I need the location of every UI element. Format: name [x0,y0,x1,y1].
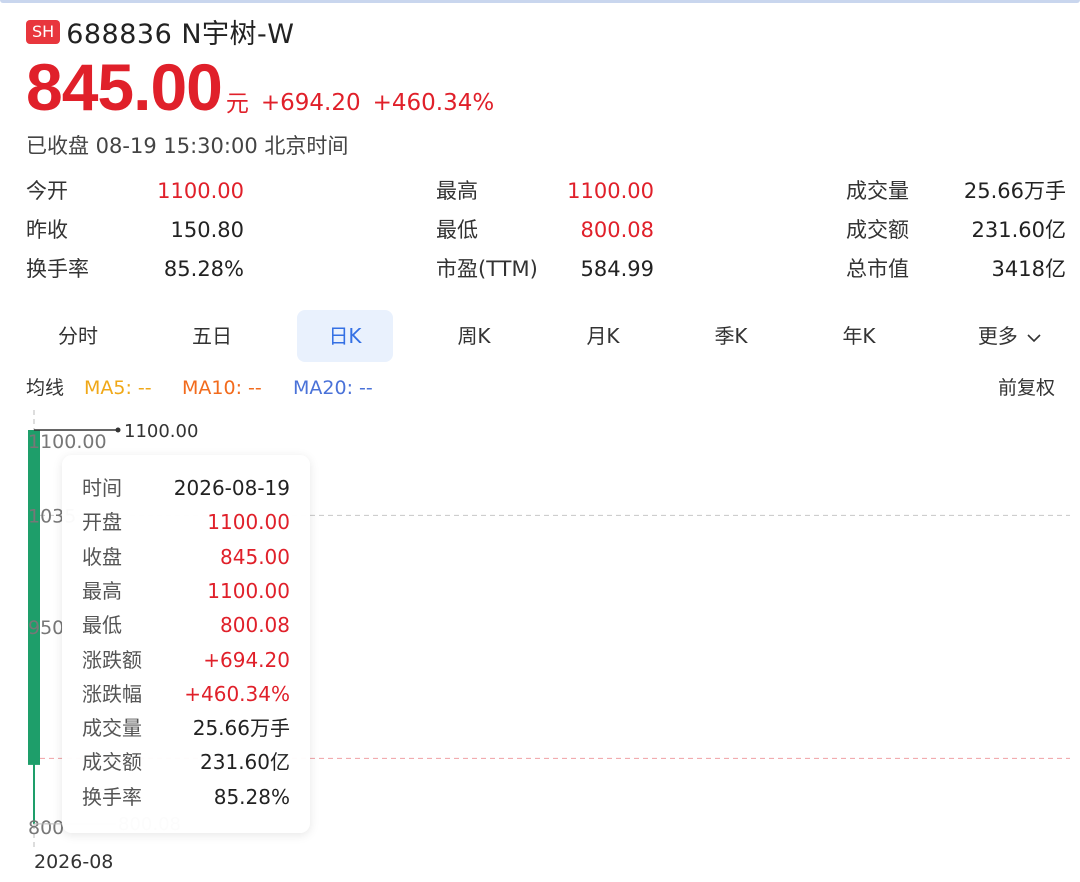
tab-five-day[interactable]: 五日 [172,310,252,362]
candle-body [28,430,40,765]
tab-intraday[interactable]: 分时 [38,310,118,362]
ma10-legend: MA10: -- [182,377,262,399]
tab-more[interactable]: 更多 [960,310,1060,362]
ma20-legend: MA20: -- [293,377,373,399]
tooltip-value: +694.20 [203,647,290,672]
stat-value-turnover-rate: 85.28% [163,257,244,281]
tab-monthly-k[interactable]: 月K [563,310,643,362]
ma-label: 均线 [26,377,65,399]
adjust-mode-button[interactable]: 前复权 [998,374,1055,402]
stat-label-market-cap: 总市值 [846,257,909,281]
ma5-legend: MA5: -- [84,377,152,399]
tooltip-value: 25.66万手 [192,716,290,741]
tooltip-value: 1100.00 [207,578,290,603]
tooltip-row: 成交量 25.66万手 [82,713,290,743]
stat-label-low: 最低 [436,218,478,242]
tooltip-label: 成交量 [82,716,142,741]
tooltip-label: 最低 [82,613,122,638]
price-row: 845.00 元 +694.20 +460.34% [26,52,506,122]
stat-value-open: 1100.00 [157,179,244,203]
stat-value-prev-close: 150.80 [170,218,244,242]
tab-daily-k[interactable]: 日K [297,310,393,362]
stat-label-turnover-rate: 换手率 [26,257,89,281]
stat-label-volume: 成交量 [846,179,909,203]
tooltip-label: 涨跌额 [82,647,142,672]
tooltip-value: 231.60亿 [200,750,290,775]
stat-value-low: 800.08 [580,218,654,242]
top-edge [0,0,1080,3]
last-price: 845.00 [26,50,223,124]
tooltip-label: 最高 [82,578,122,603]
tooltip-label: 时间 [82,476,122,500]
stat-label-open: 今开 [26,179,68,203]
x-tick-label: 2026-08 [34,851,113,873]
stock-title: 688836 N宇树-W [66,19,295,50]
tooltip-row: 最高 1100.00 [82,576,290,606]
tooltip-row: 最低 800.08 [82,610,290,640]
tooltip-label: 涨跌幅 [82,681,142,706]
tooltip-value: 845.00 [220,544,290,569]
tooltip-row: 收盘 845.00 [82,542,290,572]
tooltip-row: 换手率 85.28% [82,782,290,812]
tab-yearly-k[interactable]: 年K [819,310,899,362]
market-badge: SH [26,19,61,44]
tab-quarterly-k[interactable]: 季K [691,310,771,362]
stat-value-volume: 25.66万手 [963,179,1066,203]
price-change: +694.20 [260,90,361,116]
tooltip-label: 成交额 [82,750,142,775]
high-marker-dot [115,427,121,433]
y-tick-label-top: 1100.00 [28,431,107,453]
tooltip-value: 1100.00 [207,510,290,535]
stock-header: SH 688836 N宇树-W [26,12,294,51]
tooltip-label: 开盘 [82,510,122,535]
tooltip-value: 85.28% [213,784,290,809]
tab-more-label: 更多 [977,324,1018,348]
tab-weekly-k[interactable]: 周K [434,310,514,362]
kline-tooltip: 时间 2026-08-19 开盘 1100.00 收盘 845.00 最高 1100.00 最低… [62,455,310,833]
period-tabs: 分时 五日 日K 周K 月K 季K 年K 更多 [0,310,1080,362]
high-marker-label: 1100.00 [124,421,198,442]
tooltip-row: 开盘 1100.00 [82,507,290,537]
tooltip-row: 涨跌额 +694.20 [82,645,290,675]
stat-label-pe-ttm: 市盈(TTM) [436,257,538,281]
tooltip-value: 2026-08-19 [173,476,290,500]
tooltip-value: +460.34% [184,681,290,706]
stat-label-turnover-amount: 成交额 [846,218,909,242]
price-unit: 元 [225,91,249,117]
tooltip-label: 换手率 [82,784,142,809]
stat-value-market-cap: 3418亿 [991,257,1066,281]
tooltip-value: 800.08 [220,613,290,638]
stat-value-high: 1100.00 [567,179,654,203]
tooltip-row: 涨跌幅 +460.34% [82,679,290,709]
y-tick-label-950: 950 [28,617,64,639]
tooltip-label: 收盘 [82,544,122,569]
stat-label-prev-close: 昨收 [26,218,68,242]
stat-value-turnover-amount: 231.60亿 [971,218,1066,242]
chevron-down-icon [1027,333,1041,342]
market-status: 已收盘 08-19 15:30:00 北京时间 [26,134,349,158]
stat-label-high: 最高 [436,179,478,203]
price-change-pct: +460.34% [372,90,495,116]
tooltip-row: 成交额 231.60亿 [82,747,290,777]
y-tick-label-800: 800 [28,817,64,839]
tooltip-row: 时间 2026-08-19 [82,473,290,503]
stat-value-pe-ttm: 584.99 [580,257,654,281]
